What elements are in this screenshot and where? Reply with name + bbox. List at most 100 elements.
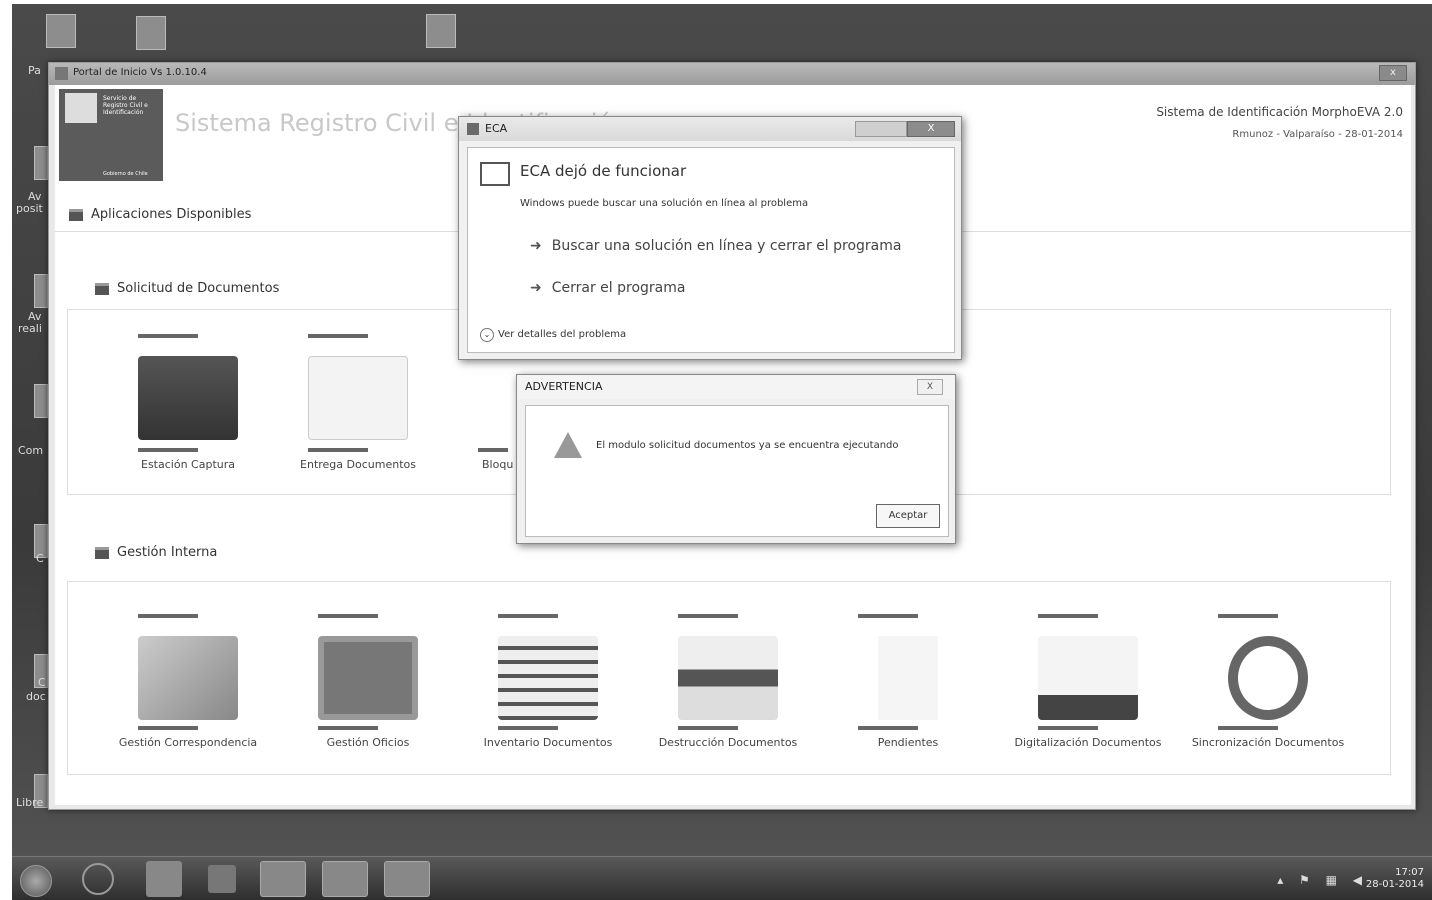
dialog-content: El modulo solicitud documentos ya se enc… [525, 405, 949, 537]
tray-icon [318, 636, 418, 720]
tile-bar [318, 726, 378, 730]
tile-bar [678, 726, 738, 730]
gestion-group: Gestión Correspondencia Gestión Oficios … [67, 581, 1391, 775]
search-solution-action[interactable]: ➜ Buscar una solución en línea y cerrar e… [530, 238, 901, 254]
system-name: Sistema de Identificación MorphoEVA 2.0 [1156, 105, 1403, 119]
tile-label: Destrucción Documentos [658, 736, 798, 749]
window-titlebar[interactable]: Portal de Inicio Vs 1.0.10.4 x [49, 63, 1415, 85]
system-tray[interactable]: ▴ ⚑ ▦ ◀ [1277, 873, 1368, 887]
desktop-label: Pa [28, 64, 41, 77]
clock[interactable]: 17:07 28-01-2014 [1366, 867, 1424, 891]
program-window-icon [480, 162, 510, 186]
taskbar-app-eca[interactable] [384, 861, 430, 897]
taskbar-app-portal[interactable] [260, 861, 306, 897]
close-button[interactable]: x [1379, 65, 1407, 81]
scanner-icon [1038, 636, 1138, 720]
tile-bar [858, 614, 918, 618]
camera-pad-icon [138, 356, 238, 440]
media-player-icon[interactable] [208, 865, 236, 893]
dialog-title: ADVERTENCIA [525, 380, 603, 393]
close-button[interactable]: X [917, 379, 943, 395]
crest-icon [65, 93, 97, 123]
tile-inventario-documentos[interactable]: Inventario Documentos [468, 614, 628, 764]
desktop-label: Libre [16, 796, 44, 809]
dialog-heading: ECA dejó de funcionar [520, 162, 687, 180]
desktop-app-icon[interactable] [34, 146, 48, 180]
tile-label: Pendientes [877, 736, 939, 749]
app-icon [55, 67, 68, 80]
section-heading-solicitud: Solicitud de Documentos [95, 281, 279, 296]
dialog-titlebar[interactable]: ADVERTENCIA [517, 375, 955, 399]
tile-digitalizacion-documentos[interactable]: Digitalización Documentos [1008, 614, 1168, 764]
tile-label: Entrega Documentos [300, 458, 416, 471]
minimize-button[interactable] [855, 121, 907, 137]
desktop-app-icon[interactable] [34, 274, 48, 308]
warning-message: El modulo solicitud documentos ya se enc… [596, 440, 899, 451]
dialog-title: ECA [485, 122, 508, 135]
tile-bar [138, 726, 198, 730]
explorer-icon[interactable] [146, 861, 182, 897]
close-button[interactable]: X [907, 121, 955, 137]
tile-bar [138, 334, 198, 338]
tile-label: Estación Captura [141, 458, 235, 471]
tile-bar [318, 614, 378, 618]
app-icon [467, 123, 479, 135]
tile-gestion-oficios[interactable]: Gestión Oficios [288, 614, 448, 764]
tile-bar [478, 448, 508, 452]
close-program-action[interactable]: ➜ Cerrar el programa [530, 280, 685, 296]
desktop-label: C [36, 552, 44, 565]
eca-error-dialog: ECA X ECA dejó de funcionar Windows pued… [458, 116, 962, 360]
tile-bar [678, 614, 738, 618]
desktop-folder-icon[interactable] [136, 16, 166, 50]
desktop: Pa Av posit Av reali Com C C doc Libre P… [12, 4, 1432, 900]
details-toggle[interactable]: ⌄ Ver detalles del problema [480, 328, 626, 342]
accept-button[interactable]: Aceptar [876, 504, 940, 528]
tile-label: Gestión Oficios [326, 736, 410, 749]
dialog-subtitle: Windows puede buscar una solución en lín… [520, 198, 809, 209]
tile-bar [498, 726, 558, 730]
arrow-right-icon: ➜ [530, 280, 542, 296]
desktop-app-icon[interactable] [34, 384, 48, 418]
tile-pendientes[interactable]: Pendientes [828, 614, 988, 764]
desktop-label: Com [18, 444, 44, 457]
tile-gestion-correspondencia[interactable]: Gestión Correspondencia [108, 614, 268, 764]
taskbar-app-window[interactable] [322, 861, 368, 897]
tile-label: Gestión Correspondencia [118, 736, 258, 749]
recycle-bin-icon[interactable] [46, 14, 76, 48]
tile-sincronizacion-documentos[interactable]: Sincronización Documentos [1188, 614, 1348, 764]
tile-label: Sincronización Documentos [1191, 736, 1345, 749]
user-info: Rmunoz - Valparaíso - 28-01-2014 [1232, 129, 1403, 140]
hourglass-icon [858, 636, 958, 720]
registro-civil-logo: Servicio de Registro Civil e Identificac… [59, 89, 163, 181]
desktop-file-icon[interactable] [426, 14, 456, 48]
folder-icon [95, 282, 109, 295]
warning-dialog: ADVERTENCIA X El modulo solicitud docume… [516, 374, 956, 544]
tile-bar [1038, 726, 1098, 730]
ie-icon[interactable] [82, 863, 114, 895]
tile-estacion-captura[interactable]: Estación Captura [108, 334, 268, 484]
envelope-icon [138, 636, 238, 720]
sync-icon [1228, 636, 1308, 720]
tile-entrega-documentos[interactable]: Entrega Documentos [278, 334, 438, 484]
dialog-content: ECA dejó de funcionar Windows puede busc… [467, 147, 955, 353]
clock-date: 28-01-2014 [1365, 879, 1424, 890]
tile-bar [858, 726, 918, 730]
desktop-label: doc [26, 690, 46, 703]
warning-icon [554, 432, 582, 458]
printer-icon [498, 636, 598, 720]
chevron-down-icon: ⌄ [480, 328, 494, 342]
window-title: Portal de Inicio Vs 1.0.10.4 [73, 67, 207, 78]
desktop-label: C [38, 676, 46, 689]
section-heading-gestion: Gestión Interna [95, 545, 217, 560]
folder-icon [95, 546, 109, 559]
logo-text: Servicio de Registro Civil e Identificac… [103, 95, 148, 116]
apps-icon [69, 208, 83, 221]
desktop-label: posit [16, 202, 43, 215]
document-icon [308, 356, 408, 440]
tile-bar [138, 448, 198, 452]
tile-bar [1218, 614, 1278, 618]
taskbar: ▴ ⚑ ▦ ◀ 17:07 28-01-2014 [12, 856, 1432, 900]
tile-destruccion-documentos[interactable]: Destrucción Documentos [648, 614, 808, 764]
desktop-label: reali [18, 322, 42, 335]
start-button[interactable] [20, 865, 52, 897]
